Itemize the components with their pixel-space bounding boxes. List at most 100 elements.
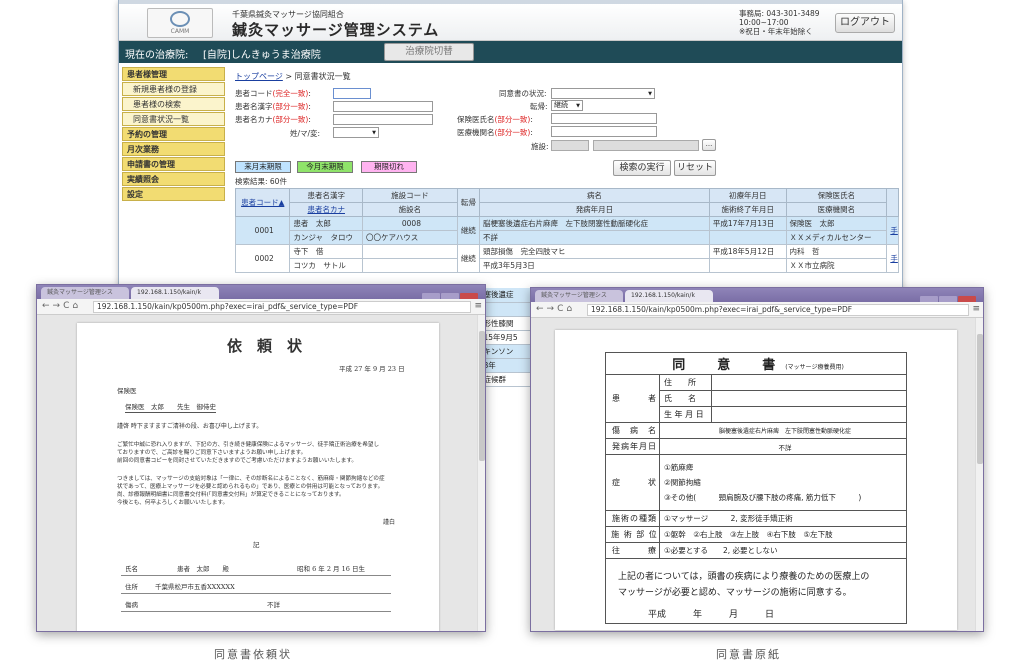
reset-button[interactable]: リセット xyxy=(674,160,716,176)
doctor-header: 保険医氏名 xyxy=(785,188,888,203)
sidebar-item-patient-mgmt[interactable]: 患者様管理 xyxy=(122,67,225,81)
results-table: 患者コード▲ 患者名漢字 施設コード 転帰 病名 初療年月日 保険医氏名 患者名… xyxy=(234,188,899,273)
consent-status-label: 同意書の状況: xyxy=(499,89,547,98)
request-greeting: 謹啓 時下ますますご清祥の段、お喜び申し上げます。 xyxy=(117,423,263,430)
patient-code-input[interactable] xyxy=(333,88,371,99)
patient-kana-input[interactable] xyxy=(333,114,433,125)
scrollbar[interactable] xyxy=(477,315,485,631)
consent-part-value: ①躯幹 ②右上肢 ③左上肢 ④右下肢 ⑤左下肢 xyxy=(659,526,907,543)
inst-header: 医療機関名 xyxy=(785,202,888,217)
consent-symptoms: ①筋麻痺 ②関節拘縮 ③その他( 頸肩腕及び腰下肢の疼痛, 筋力低下 ) xyxy=(659,454,907,511)
nav-buttons[interactable]: ←→C⌂ xyxy=(536,304,575,314)
browser-window-consent: 鍼灸マッサージ管理シス 192.168.1.150/kain/k ←→C⌂ 19… xyxy=(530,287,984,632)
patient-kanji-input[interactable] xyxy=(333,101,433,112)
gender-label: 姓/マ/変: xyxy=(290,129,321,138)
browser-tab-app[interactable]: 鍼灸マッサージ管理シス xyxy=(535,290,623,302)
sidebar: 患者様管理 新規患者様の登録 患者様の検索 同意書状況一覧 予約の管理 月次業務… xyxy=(122,67,225,202)
window-controls[interactable] xyxy=(421,287,481,302)
sidebar-item-new-patient[interactable]: 新規患者様の登録 xyxy=(122,82,225,96)
patient-kana-label: 患者名カナ(部分一致): xyxy=(235,115,311,124)
transfer-label: 転帰: xyxy=(530,102,548,111)
sidebar-item-consent-list[interactable]: 同意書状況一覧 xyxy=(122,112,225,126)
facility-name-header: 施設名 xyxy=(362,202,458,217)
sidebar-item-applications[interactable]: 申請書の管理 xyxy=(122,157,225,171)
browser-tab-pdf[interactable]: 192.168.1.150/kain/k xyxy=(131,287,219,299)
consent-form-table: 同 意 書 (マッサージ療養費用) 患 者住 所 氏 名 生 年 月 日 傷 病… xyxy=(605,352,907,624)
request-date: 平成 27 年 9 月 23 日 xyxy=(339,365,405,373)
request-name-label: 氏名 xyxy=(125,565,138,573)
kana-header[interactable]: 患者名カナ xyxy=(289,202,364,217)
consent-birthdate-label: 生 年 月 日 xyxy=(659,406,712,423)
row-link[interactable]: 手 xyxy=(890,226,897,235)
table-row[interactable]: 0002 寺下 借 継続 頭部損傷 完全四肢マヒ 平成18年5月12日 内科 哲… xyxy=(234,244,899,273)
consent-part-label: 施 術 部 位 xyxy=(605,526,660,543)
address-bar: ←→C⌂ 192.168.1.150/kain/kp0500m.php?exec… xyxy=(37,299,485,315)
transfer-select[interactable]: 継続 xyxy=(551,100,583,111)
sidebar-item-monthly[interactable]: 月次業務 xyxy=(122,142,225,156)
tag-next-month: 来月末期限 xyxy=(235,161,291,173)
request-ki: 記 xyxy=(253,541,260,549)
request-addr-value: 千葉県松戸市五香XXXXXX xyxy=(155,583,235,591)
nav-buttons[interactable]: ←→C⌂ xyxy=(42,301,81,311)
facility-code-header: 施設コード xyxy=(362,188,458,203)
divider xyxy=(121,611,391,612)
consent-title: 同 意 書 xyxy=(672,358,778,373)
switch-clinic-button[interactable]: 治療院切替 xyxy=(384,43,474,61)
pdf-viewer: 依 頼 状 平成 27 年 9 月 23 日 保険医 保険医 太郎 先生 御侍史… xyxy=(37,315,485,631)
facility-name-input xyxy=(593,140,699,151)
consent-disease-label: 傷 病 名 xyxy=(605,422,660,439)
table-row[interactable]: コツカ サトル 平成3年5月3日 ＸＸ市立病院 xyxy=(236,258,899,273)
sidebar-item-results[interactable]: 実績照会 xyxy=(122,172,225,186)
contact-info: 事務局: 043-301-3489 10:00~17:00 ※祝日・年末年始除く xyxy=(739,9,820,36)
location-value: [自院]しんきゅうま治療院 xyxy=(203,50,321,61)
facility-picker-button[interactable]: ... xyxy=(702,139,716,151)
table-row[interactable]: 0001 患者 太郎 0008 継続 脳梗塞後遺症右片麻痺 左下肢閉塞性動脈硬化… xyxy=(234,216,899,245)
gender-select[interactable] xyxy=(333,127,379,138)
system-name: 鍼灸マッサージ管理システム xyxy=(232,21,440,39)
url-field[interactable]: 192.168.1.150/kain/kp0500m.php?exec=irai… xyxy=(587,304,969,316)
menu-icon[interactable]: ≡ xyxy=(474,301,482,311)
pdf-viewer: 同 意 書 (マッサージ療養費用) 患 者住 所 氏 名 生 年 月 日 傷 病… xyxy=(531,318,983,631)
browser-tab-pdf[interactable]: 192.168.1.150/kain/k xyxy=(625,290,713,302)
request-letter-page: 依 頼 状 平成 27 年 9 月 23 日 保険医 保険医 太郎 先生 御侍史… xyxy=(77,323,439,631)
request-para1: ご繁忙中誠に恐れ入りますが、下記の方、引き続き健康保険によるマッサージ、徒手矯正… xyxy=(117,442,380,464)
row-link[interactable]: 手 xyxy=(890,254,897,263)
sidebar-item-patient-search[interactable]: 患者様の検索 xyxy=(122,97,225,111)
first-date-header: 初療年月日 xyxy=(708,188,787,203)
kanji-header: 患者名漢字 xyxy=(289,188,364,203)
request-to-label: 保険医 xyxy=(117,387,137,395)
table-row[interactable]: カンジャ タロウ 〇〇ケアハウス 不詳 ＸＸメディカルセンター xyxy=(236,230,899,245)
scrollbar[interactable] xyxy=(975,318,983,631)
consent-name-label: 氏 名 xyxy=(659,390,712,407)
code-header[interactable]: 患者コード▲ xyxy=(234,188,291,217)
logout-button[interactable]: ログアウト xyxy=(835,13,895,33)
patient-kanji-label: 患者名漢字(部分一致): xyxy=(235,102,311,111)
sidebar-item-settings[interactable]: 設定 xyxy=(122,187,225,201)
request-addr-label: 住所 xyxy=(125,583,138,591)
consent-onset-label: 発病年月日 xyxy=(605,438,660,455)
tag-this-month: 今月末期限 xyxy=(297,161,353,173)
consent-onset-value: 不詳 xyxy=(659,438,907,455)
caption-request: 同意書依頼状 xyxy=(214,648,292,661)
browser-window-request: 鍼灸マッサージ管理シス 192.168.1.150/kain/k ←→C⌂ 19… xyxy=(36,284,486,632)
breadcrumb-top-link[interactable]: トップページ xyxy=(235,72,283,81)
sidebar-item-reservations[interactable]: 予約の管理 xyxy=(122,127,225,141)
url-field[interactable]: 192.168.1.150/kain/kp0500m.php?exec=irai… xyxy=(93,301,471,313)
medical-inst-label: 医療機関名(部分一致): xyxy=(457,128,533,137)
insurance-doctor-input[interactable] xyxy=(551,113,657,124)
request-name-value: 患者 太郎 殿 xyxy=(177,565,229,573)
divider xyxy=(121,593,391,594)
insurance-doctor-label: 保険医氏名(部分一致): xyxy=(457,115,533,124)
menu-icon[interactable]: ≡ xyxy=(972,304,980,314)
location-bar: 現在の治療院: [自院]しんきゅうま治療院 治療院切替 xyxy=(119,41,902,63)
window-controls[interactable] xyxy=(919,290,979,305)
divider xyxy=(121,575,391,576)
app-header: CAMM 千葉県鍼灸マッサージ協同組合 鍼灸マッサージ管理システム 事務局: 0… xyxy=(119,4,902,41)
search-button[interactable]: 検索の実行 xyxy=(613,160,671,176)
browser-tab-app[interactable]: 鍼灸マッサージ管理シス xyxy=(41,287,129,299)
medical-inst-input[interactable] xyxy=(551,126,657,137)
request-para2: つきましては、マッサージの支給対象は「一律に、その診断名によることなく、筋麻痺・… xyxy=(117,476,385,506)
logo: CAMM xyxy=(147,8,213,38)
breadcrumb-current: 同意書状況一覧 xyxy=(294,72,351,81)
consent-status-select[interactable] xyxy=(551,88,655,99)
